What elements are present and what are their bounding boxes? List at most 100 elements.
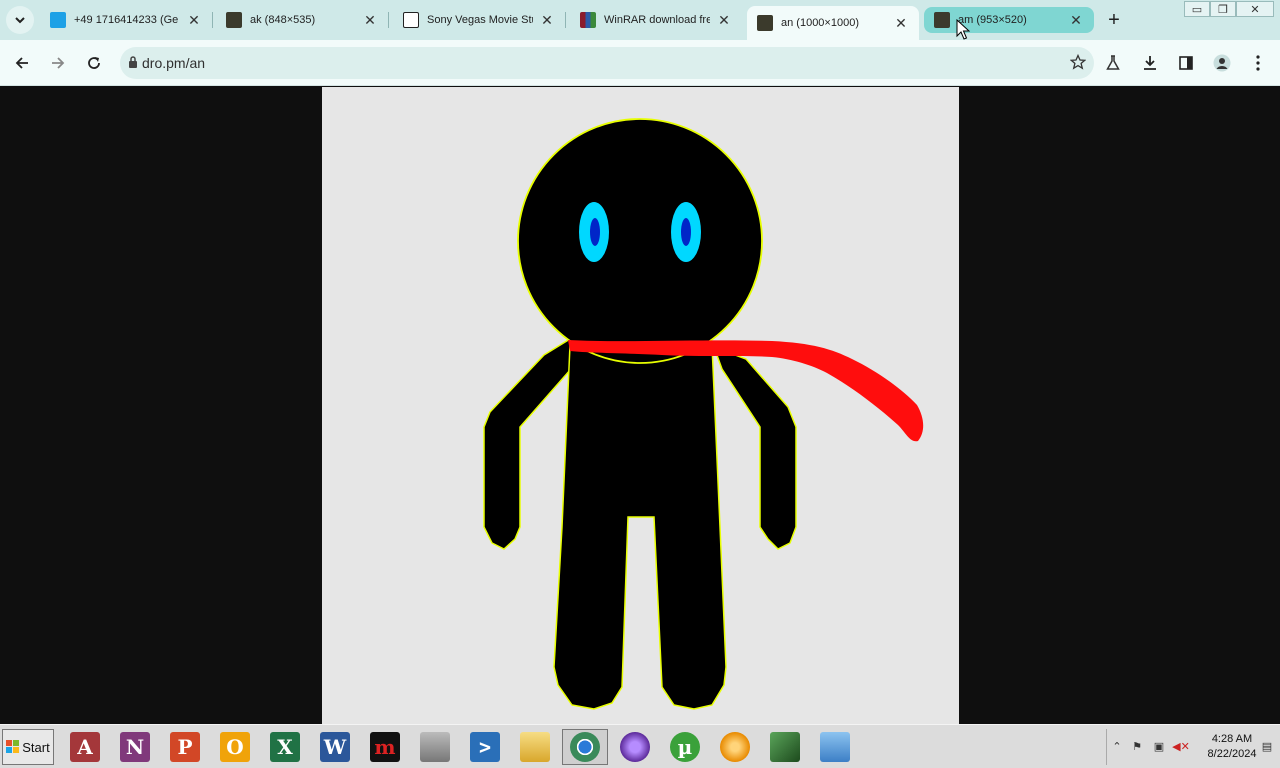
bookmark-star-icon[interactable] (1070, 54, 1086, 70)
url-text[interactable]: dro.pm/an (142, 55, 205, 71)
close-icon[interactable]: ✕ (186, 12, 202, 28)
tab-title: +49 1716414233 (Ge (74, 14, 179, 26)
tab-search-button[interactable] (6, 6, 34, 34)
restore-icon: ❐ (1218, 3, 1228, 16)
forward-button[interactable] (44, 49, 72, 77)
chevron-up-icon[interactable]: ⌃ (1109, 738, 1125, 754)
minimize-button[interactable]: ▭ (1184, 1, 1210, 17)
taskbar-app-access[interactable]: A (62, 729, 108, 765)
tab-strip: +49 1716414233 (Ge ✕ ak (848×535) ✕ Sony… (0, 0, 1280, 40)
profile-button[interactable] (1210, 51, 1234, 75)
chevron-down-icon (15, 17, 25, 24)
powershell-icon: > (470, 732, 500, 762)
taskbar-app-printer[interactable] (412, 729, 458, 765)
displayed-image[interactable] (322, 87, 959, 724)
minimize-icon: ▭ (1191, 3, 1203, 16)
close-window-button[interactable]: ✕ (1236, 1, 1274, 17)
close-icon[interactable]: ✕ (893, 15, 909, 31)
printer-icon (420, 732, 450, 762)
powerpoint-icon: P (170, 732, 200, 762)
tab-separator (212, 12, 213, 28)
volume-muted-icon[interactable]: ◀✕ (1172, 738, 1190, 754)
restore-button[interactable]: ❐ (1210, 1, 1236, 17)
taskbar-app-utorrent[interactable]: µ (662, 729, 708, 765)
start-label: Start (22, 739, 50, 755)
taskbar-app-powershell[interactable]: > (462, 729, 508, 765)
taskbar-app-excel[interactable]: X (262, 729, 308, 765)
taskbar: Start A N P O X W m > µ ⌃ ⚑ ▣ ◀✕ 4:28 AM… (0, 724, 1280, 768)
mouse-cursor (956, 19, 970, 40)
tab-title: an (1000×1000) (781, 17, 859, 29)
head (517, 118, 763, 364)
word-icon: W (320, 732, 350, 762)
taskbar-app-vlc[interactable] (712, 729, 758, 765)
browser-toolbar: dro.pm/an (0, 40, 1280, 86)
stick-figure-drawing (483, 118, 924, 710)
taskbar-app-file-explorer[interactable] (512, 729, 558, 765)
image-thumbnail-icon (757, 15, 773, 31)
chrome-icon (570, 732, 600, 762)
file-explorer-icon (520, 732, 550, 762)
network-icon[interactable]: ▣ (1151, 738, 1167, 754)
archive-building-icon (403, 12, 419, 28)
taskbar-app-torrent-client[interactable] (612, 729, 658, 765)
close-icon[interactable]: ✕ (362, 12, 378, 28)
messages-icon (50, 12, 66, 28)
profile-avatar-icon (1213, 54, 1231, 72)
back-button[interactable] (8, 49, 36, 77)
utorrent-icon: µ (670, 732, 700, 762)
reload-button[interactable] (80, 49, 108, 77)
taskbar-app-onenote[interactable]: N (112, 729, 158, 765)
show-desktop-icon[interactable]: ▤ (1259, 738, 1275, 754)
close-icon: ✕ (1250, 3, 1260, 16)
taskbar-app-media-player[interactable]: m (362, 729, 408, 765)
taskbar-app-graphics-card[interactable] (762, 729, 808, 765)
tab-sony-vegas[interactable]: Sony Vegas Movie Stu ✕ (393, 4, 566, 36)
clock-time: 4:28 AM (1211, 733, 1253, 745)
system-clock[interactable]: 4:28 AM 8/22/2024 (1199, 732, 1265, 762)
new-tab-button[interactable]: + (1101, 7, 1127, 33)
start-button[interactable]: Start (2, 729, 54, 765)
lock-icon (129, 56, 137, 68)
tab-title: WinRAR download fre (604, 14, 710, 26)
address-bar[interactable]: dro.pm/an (120, 47, 1094, 79)
side-panel-icon (1179, 56, 1193, 70)
tab-am-image[interactable]: am (953×520) ✕ (924, 7, 1094, 33)
tab-separator (388, 12, 389, 28)
image-thumbnail-icon (934, 12, 950, 28)
tab-ak-image[interactable]: ak (848×535) ✕ (216, 4, 389, 36)
taskbar-app-remote-desktop[interactable] (812, 729, 858, 765)
clock-date: 8/22/2024 (1207, 748, 1257, 760)
side-panel-button[interactable] (1174, 51, 1198, 75)
tab-title: ak (848×535) (250, 14, 316, 26)
system-tray: ⌃ ⚑ ▣ ◀✕ 4:28 AM 8/22/2024 ▤ (1106, 729, 1276, 765)
image-thumbnail-icon (226, 12, 242, 28)
onenote-icon: N (120, 732, 150, 762)
downloads-button[interactable] (1138, 51, 1162, 75)
flask-icon (1106, 55, 1120, 70)
right-arm (712, 345, 797, 550)
close-icon[interactable]: ✕ (1068, 12, 1084, 28)
plus-icon: + (1108, 8, 1120, 31)
left-arm (483, 337, 572, 550)
download-icon (1144, 56, 1156, 70)
outlook-icon: O (220, 732, 250, 762)
tab-an-image[interactable]: an (1000×1000) ✕ (747, 6, 919, 40)
close-icon[interactable]: ✕ (539, 12, 555, 28)
access-icon: A (70, 732, 100, 762)
taskbar-app-chrome[interactable] (562, 729, 608, 765)
windows-logo-icon (6, 740, 20, 753)
close-icon[interactable]: ✕ (716, 12, 732, 28)
action-center-flag-icon[interactable]: ⚑ (1129, 738, 1145, 754)
taskbar-app-powerpoint[interactable]: P (162, 729, 208, 765)
excel-icon: X (270, 732, 300, 762)
tab-winrar[interactable]: WinRAR download fre ✕ (570, 4, 742, 36)
tab-separator (565, 12, 566, 28)
browser-menu-button[interactable] (1246, 51, 1270, 75)
taskbar-app-word[interactable]: W (312, 729, 358, 765)
tab-messages[interactable]: +49 1716414233 (Ge ✕ (40, 4, 213, 36)
labs-button[interactable] (1101, 51, 1125, 75)
taskbar-app-outlook[interactable]: O (212, 729, 258, 765)
right-pupil (681, 218, 691, 246)
more-vertical-icon (1256, 55, 1260, 71)
